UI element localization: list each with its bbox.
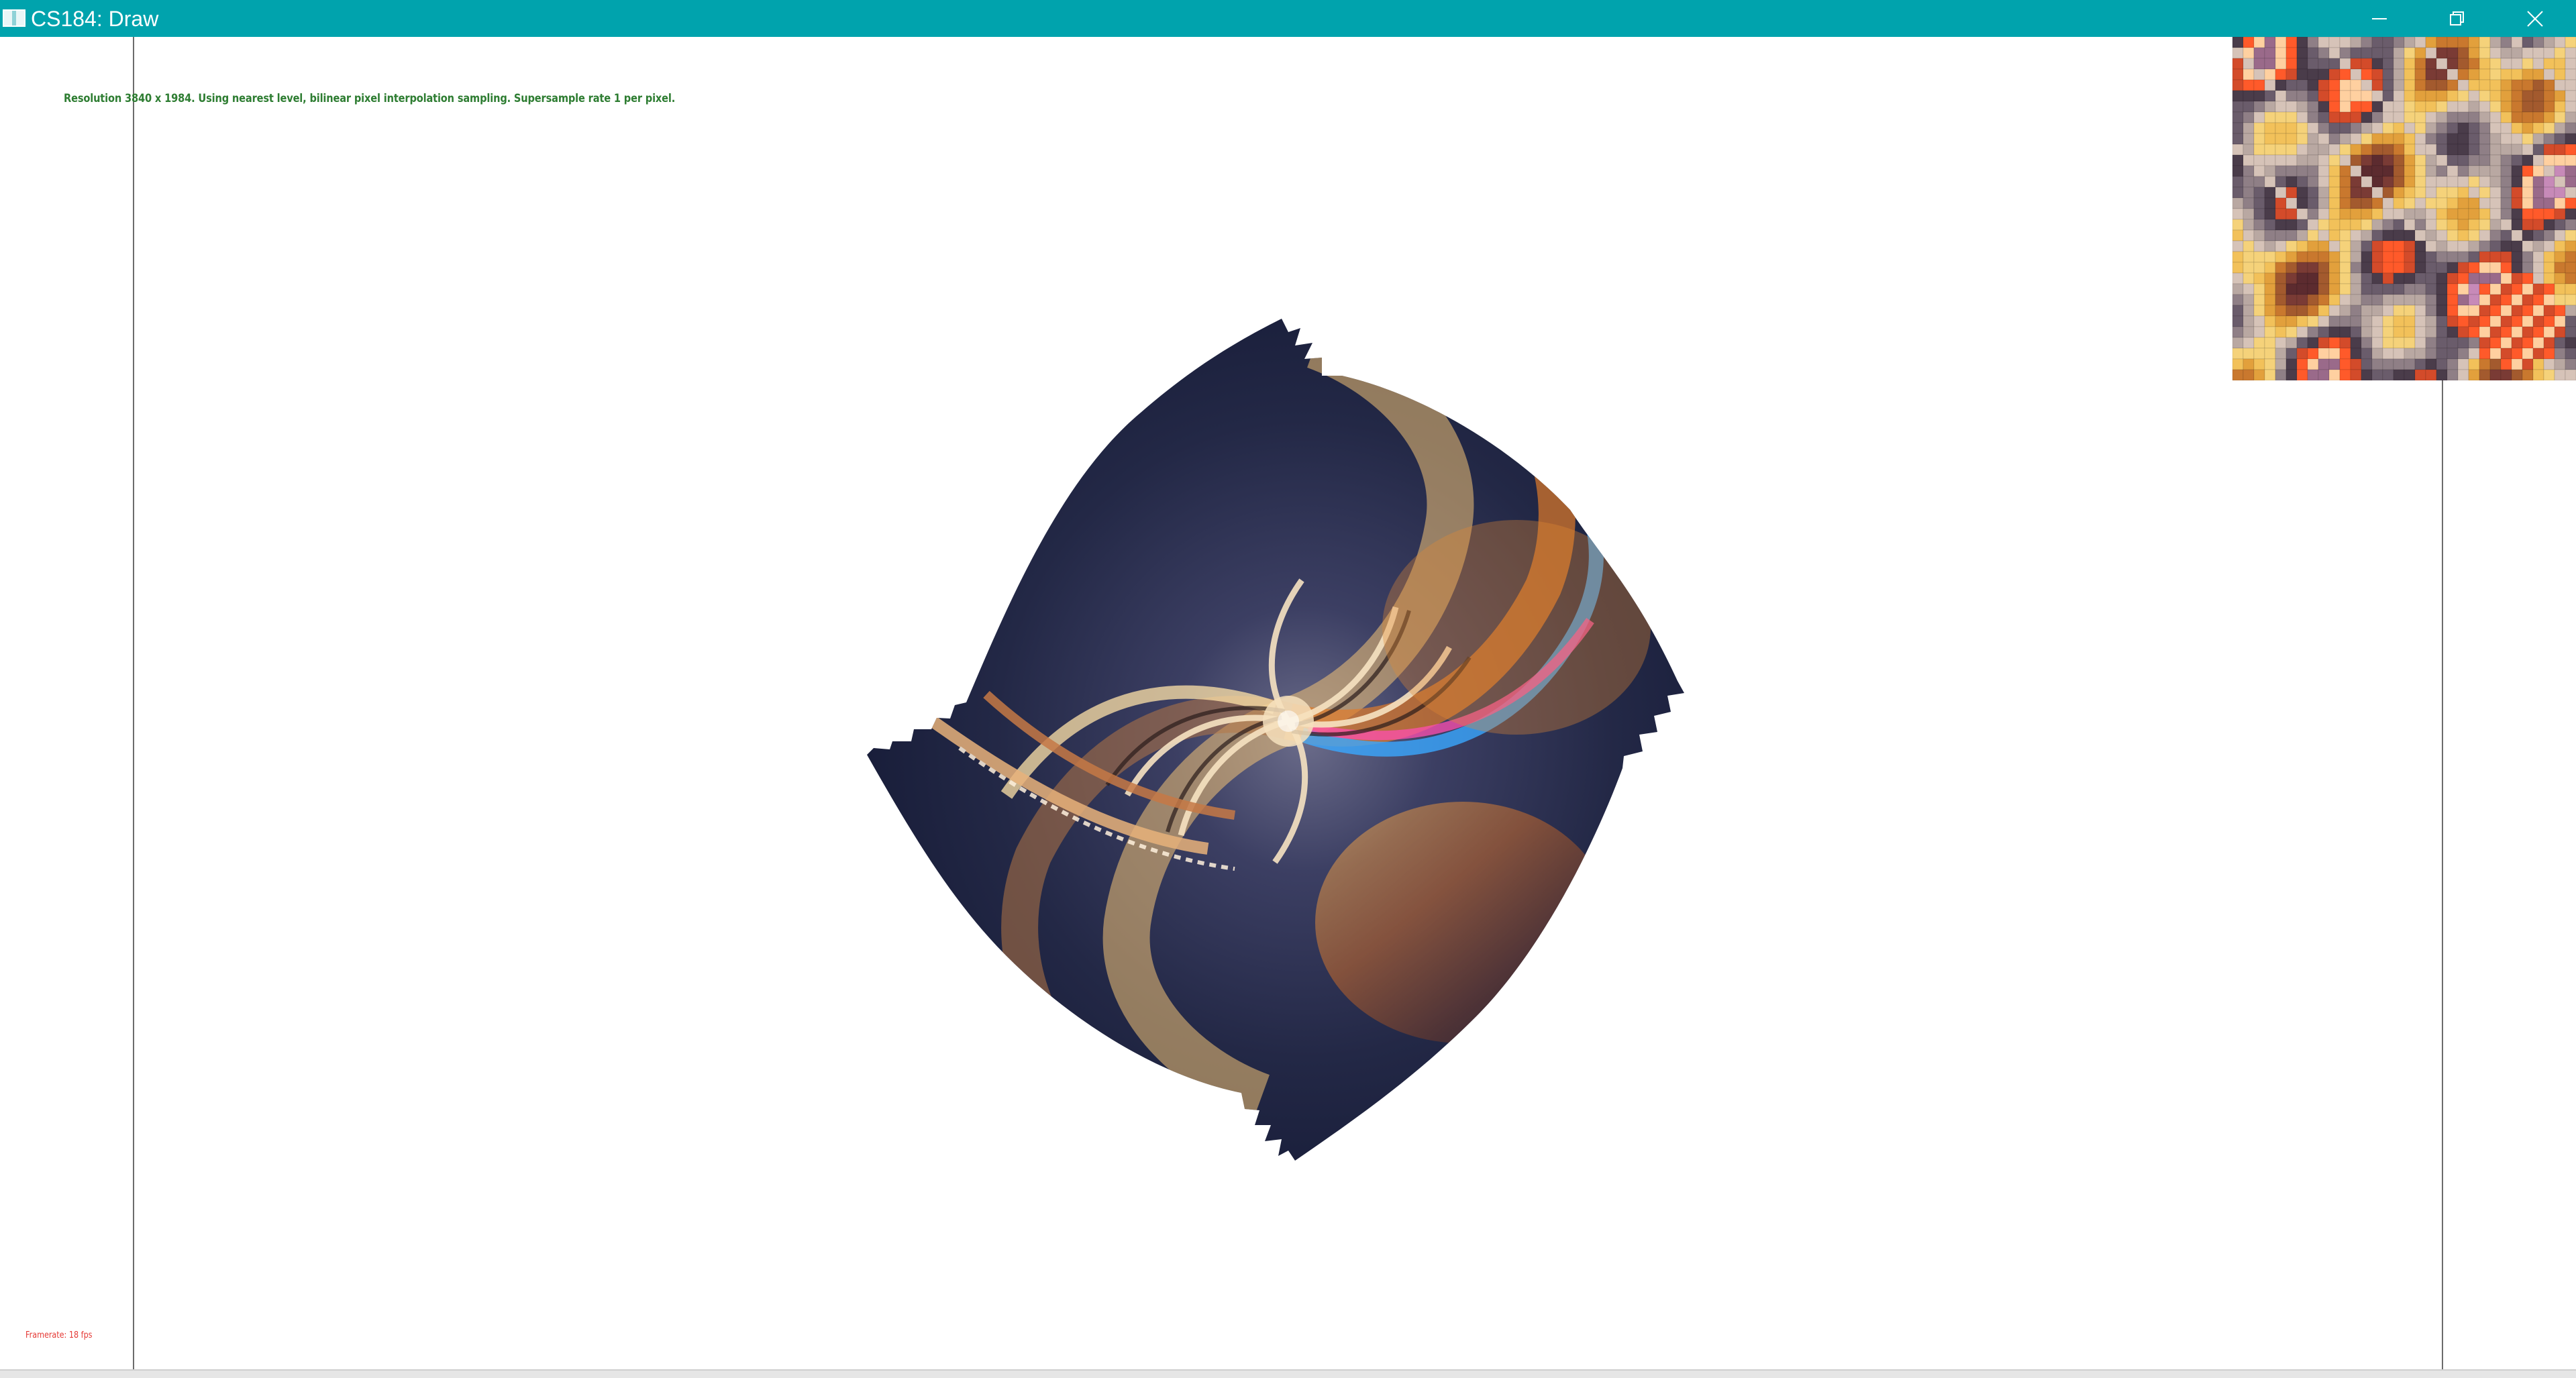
framerate-text: Framerate: 18 fps <box>25 1330 93 1340</box>
close-icon <box>2527 11 2543 27</box>
warped-texture-image <box>867 319 1684 1161</box>
render-status-text: Resolution 3840 x 1984. Using nearest le… <box>64 92 676 105</box>
app-window: CS184: Draw Resolution 3840 x 1984. Usin… <box>0 0 2576 1378</box>
draw-canvas[interactable]: Resolution 3840 x 1984. Using nearest le… <box>0 37 2576 1369</box>
restore-button[interactable] <box>2418 0 2496 37</box>
window-bottom-edge <box>0 1369 2576 1378</box>
close-button[interactable] <box>2496 0 2574 37</box>
pixel-zoom-grid <box>2232 37 2576 380</box>
minimize-button[interactable] <box>2340 0 2418 37</box>
pixel-zoom-view <box>2232 37 2576 380</box>
title-bar[interactable]: CS184: Draw <box>0 0 2576 37</box>
svg-bounds-left-line <box>133 37 134 1369</box>
app-icon <box>3 9 25 27</box>
minimize-icon <box>2372 18 2387 19</box>
window-title: CS184: Draw <box>31 7 159 31</box>
restore-icon <box>2450 11 2464 25</box>
